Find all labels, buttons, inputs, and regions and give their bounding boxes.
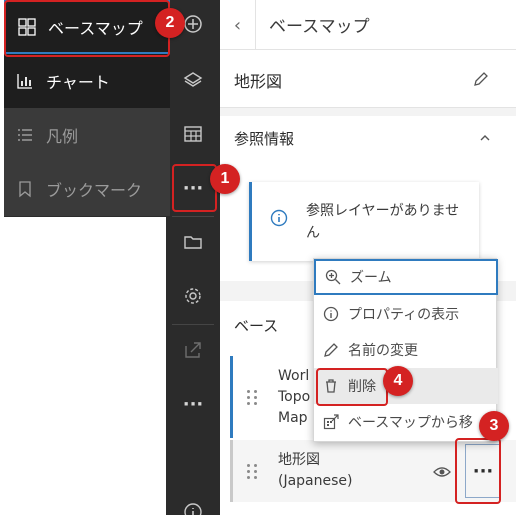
basemap-name-section: 地形図 <box>220 50 516 108</box>
callout-badge: 2 <box>155 8 185 38</box>
layer-title-line: Worl <box>278 368 310 384</box>
more-icon[interactable]: ··· <box>166 382 220 426</box>
menu-item-properties[interactable]: プロパティの表示 <box>314 296 498 332</box>
table-icon[interactable] <box>166 112 220 156</box>
callout-badge: 1 <box>210 164 240 194</box>
callout-badge: 3 <box>479 411 509 441</box>
eye-icon[interactable] <box>433 464 451 483</box>
chart-icon <box>4 72 46 90</box>
layer-title-line: Map <box>278 410 308 426</box>
layer-title-line: (Japanese) <box>278 473 353 489</box>
layers-icon[interactable] <box>166 58 220 102</box>
highlight-box <box>172 164 217 212</box>
chevron-left-icon: ‹ <box>233 14 242 36</box>
legend-icon <box>4 126 46 144</box>
flyout-item-legend[interactable]: 凡例 <box>4 108 170 162</box>
highlight-box <box>455 438 501 504</box>
info-icon[interactable] <box>166 490 220 515</box>
highlight-box <box>4 0 170 57</box>
layer-title-line: Topo <box>278 389 311 405</box>
drag-handle-icon[interactable] <box>247 464 258 479</box>
pencil-icon <box>314 342 348 358</box>
context-menu: ズーム プロパティの表示 名前の変更 削除 ベースマップから移 <box>313 258 498 442</box>
reference-section-title: 参照情報 <box>234 130 295 148</box>
drag-handle-icon[interactable] <box>247 390 258 405</box>
menu-item-zoom[interactable]: ズーム <box>314 259 498 295</box>
reference-section-header[interactable]: 参照情報 <box>220 116 516 158</box>
folder-icon[interactable] <box>166 220 220 264</box>
menu-item-rename[interactable]: 名前の変更 <box>314 332 498 368</box>
reference-notice: 参照レイヤーがありません <box>249 182 479 261</box>
settings-icon[interactable] <box>166 274 220 318</box>
zoom-icon <box>316 269 350 285</box>
reference-notice-text: 参照レイヤーがありません <box>306 203 460 241</box>
callout-badge: 4 <box>383 366 413 396</box>
share-icon[interactable] <box>166 328 220 372</box>
vertical-toolbar: ··· ··· <box>166 0 220 515</box>
pencil-icon[interactable] <box>472 70 490 92</box>
move-icon <box>314 414 348 430</box>
chevron-up-icon[interactable] <box>478 130 492 149</box>
info-icon <box>314 306 348 322</box>
menu-item-move-from-basemap[interactable]: ベースマップから移 <box>314 404 498 440</box>
flyout-item-chart[interactable]: チャート <box>4 54 170 108</box>
basemap-name: 地形図 <box>234 72 283 91</box>
bookmark-icon <box>4 180 46 198</box>
back-button[interactable]: ‹ <box>220 0 256 50</box>
panel-header: ‹ ベースマップ <box>220 0 516 50</box>
highlight-box <box>316 368 388 406</box>
layer-title-line: 地形図 <box>278 452 320 468</box>
flyout-item-bookmark[interactable]: ブックマーク <box>4 162 170 216</box>
base-section-title: ベース <box>234 317 279 335</box>
info-icon <box>270 209 288 231</box>
panel-title: ベースマップ <box>269 17 370 37</box>
